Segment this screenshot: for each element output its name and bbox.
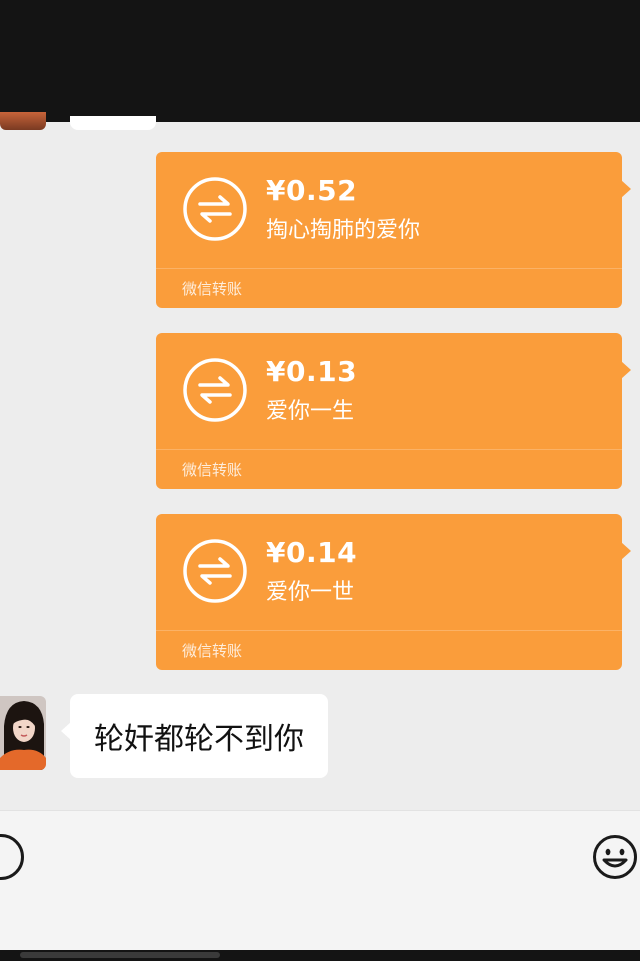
message-text: 轮奸都轮不到你 [94,722,304,757]
transfer-card[interactable]: ¥0.13 爱你一生 微信转账 [156,333,631,489]
chat-input-bar [0,810,640,950]
transfer-amount: ¥0.13 [266,355,358,388]
home-indicator [0,950,640,961]
transfer-memo: 爱你一世 [266,580,355,605]
transfer-amount: ¥0.14 [266,536,358,569]
card-divider [156,449,622,450]
transfer-arrows-icon [183,358,247,422]
input-bar-divider [0,810,640,811]
emoji-icon[interactable] [592,834,638,880]
card-divider [156,268,622,269]
card-divider [156,630,622,631]
voice-icon[interactable] [0,834,24,880]
incoming-text-bubble[interactable]: 轮奸都轮不到你 [61,694,328,778]
home-indicator-pill [20,952,220,958]
transfer-amount: ¥0.52 [266,174,358,207]
previous-bubble-peek [70,116,156,130]
transfer-memo: 掏心掏肺的爱你 [266,218,421,243]
avatar[interactable] [0,696,46,770]
transfer-arrows-icon [183,177,247,241]
chat-screen: ¥0.52 掏心掏肺的爱你 微信转账 ¥0.13 爱你一生 微信转账 ¥0.14… [0,0,640,961]
previous-avatar-peek [0,112,46,130]
chat-message-list[interactable]: ¥0.52 掏心掏肺的爱你 微信转账 ¥0.13 爱你一生 微信转账 ¥0.14… [0,122,640,810]
transfer-card[interactable]: ¥0.52 掏心掏肺的爱你 微信转账 [156,152,631,308]
transfer-footer-label: 微信转账 [182,461,243,479]
top-bar [0,0,640,122]
avatar-image [0,696,46,770]
incoming-message-row: 轮奸都轮不到你 [0,694,640,778]
transfer-footer-label: 微信转账 [182,642,243,660]
transfer-arrows-icon [183,539,247,603]
transfer-footer-label: 微信转账 [182,280,243,298]
transfer-memo: 爱你一生 [266,399,355,424]
transfer-card[interactable]: ¥0.14 爱你一世 微信转账 [156,514,631,670]
